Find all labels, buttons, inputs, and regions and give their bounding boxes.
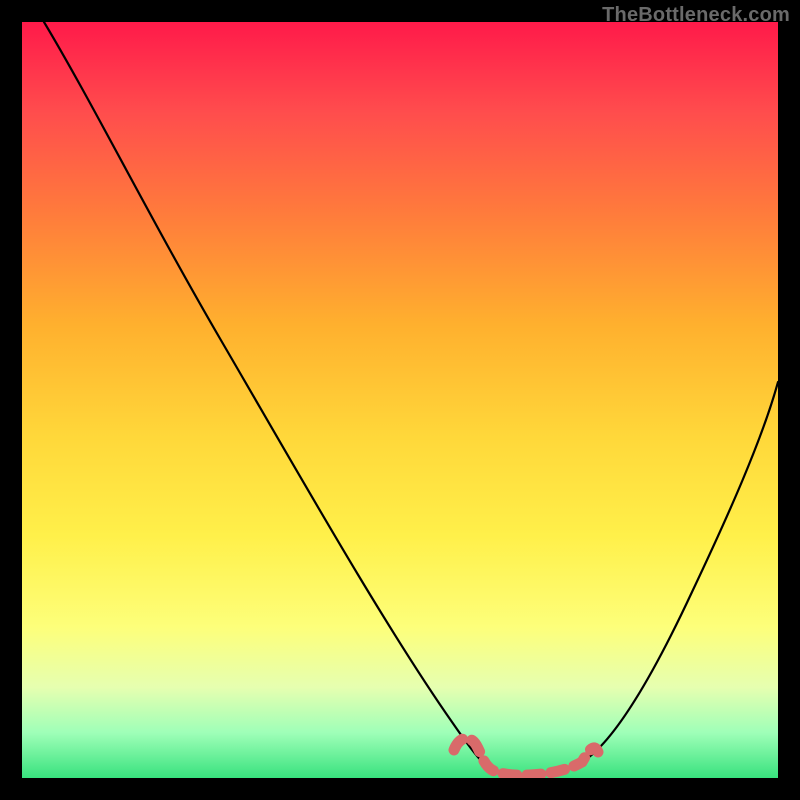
flat-marker-path [454,738,598,775]
watermark-text: TheBottleneck.com [602,4,790,27]
chart-frame: TheBottleneck.com [0,0,800,800]
chart-svg [22,22,778,778]
bottleneck-curve-path [44,22,778,775]
chart-gradient-background [22,22,778,778]
